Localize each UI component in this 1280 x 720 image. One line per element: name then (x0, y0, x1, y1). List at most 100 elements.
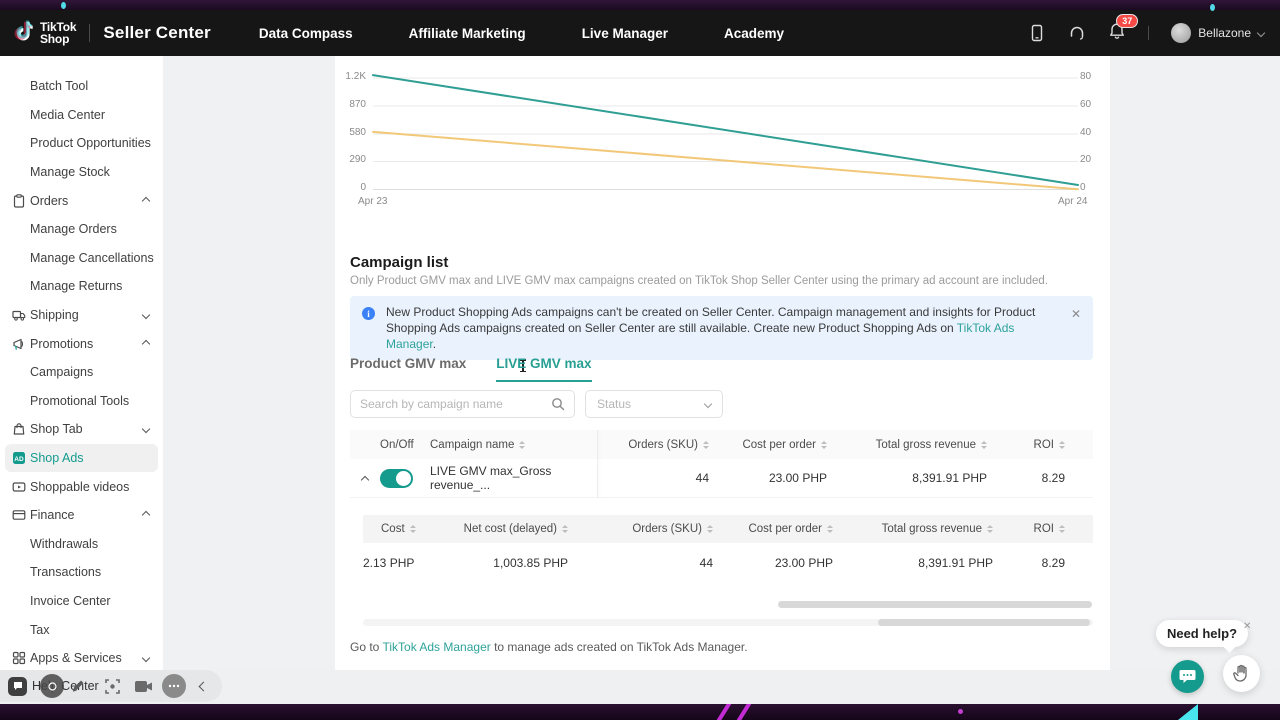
y-tick-left: 0 (340, 182, 366, 193)
col-campaign-name[interactable]: Campaign name (430, 439, 597, 451)
support-headset-icon[interactable] (1068, 24, 1086, 42)
campaign-search (350, 390, 575, 418)
help-center-chat-icon[interactable] (8, 677, 27, 696)
orders-cell: 44 (597, 471, 709, 485)
hand-gesture-button[interactable] (1223, 655, 1260, 692)
mobile-app-icon[interactable] (1028, 24, 1046, 42)
y-tick-left: 870 (340, 99, 366, 110)
sidebar-item-campaigns[interactable]: Campaigns (0, 358, 163, 387)
cpo-cell: 23.00 PHP (709, 471, 827, 485)
tiktok-shop-logo[interactable]: TikTok Shop (14, 20, 76, 46)
chevron-up-icon (142, 511, 150, 519)
sidebar-item-product-opportunities[interactable]: Product Opportunities (0, 129, 163, 158)
tiktok-note-icon (14, 20, 36, 46)
sidebar-item-orders[interactable]: Orders (0, 186, 163, 215)
campaign-name-cell[interactable]: LIVE GMV max_Gross revenue_... (430, 464, 597, 492)
tooltip-close-icon[interactable]: ✕ (1243, 621, 1251, 632)
col-cost-per-order[interactable]: Cost per order (709, 439, 827, 451)
cost-cell: 2.13 PHP (363, 556, 423, 570)
sidebar-item-promotions[interactable]: Promotions (0, 329, 163, 358)
col-total-gross-revenue[interactable]: Total gross revenue (833, 523, 993, 535)
col-total-gross-revenue[interactable]: Total gross revenue (827, 439, 987, 451)
need-help-text: Need help? (1167, 626, 1237, 641)
col-cost-per-order[interactable]: Cost per order (713, 523, 833, 535)
account-name: Bellazone (1198, 26, 1251, 40)
sidebar-item-manage-returns[interactable]: Manage Returns (0, 272, 163, 301)
teal-series-line (373, 75, 1078, 185)
search-input[interactable] (360, 397, 551, 411)
chevron-down-icon (142, 425, 150, 433)
sidebar-item-finance[interactable]: Finance (0, 501, 163, 530)
camera-tool-icon[interactable] (134, 679, 153, 694)
cursor-tool-icon[interactable] (40, 674, 64, 698)
sidebar-item-tax[interactable]: Tax (0, 615, 163, 644)
col-on-off: On/Off (380, 439, 430, 451)
cpo-cell: 23.00 PHP (713, 556, 833, 570)
col-cost[interactable]: Cost (363, 523, 423, 535)
y-tick-left: 290 (340, 154, 366, 165)
apps-icon (12, 651, 26, 665)
col-net-cost[interactable]: Net cost (delayed) (423, 523, 568, 535)
chevron-down-icon (704, 400, 712, 408)
sidebar-item-apps-services[interactable]: Apps & Services (0, 644, 163, 673)
nav-affiliate-marketing[interactable]: Affiliate Marketing (409, 26, 526, 41)
y-tick-right: 0 (1080, 182, 1102, 193)
account-menu[interactable]: Bellazone (1171, 23, 1264, 43)
video-frame-top-strip (0, 0, 1280, 10)
campaign-toggle[interactable] (380, 469, 413, 488)
sidebar-item-shop-tab[interactable]: Shop Tab (0, 415, 163, 444)
sidebar-item-promotional-tools[interactable]: Promotional Tools (0, 387, 163, 416)
sidebar-item-shoppable-videos[interactable]: Shoppable videos (0, 472, 163, 501)
status-filter-select[interactable]: Status (585, 390, 723, 418)
y-tick-right: 60 (1080, 99, 1102, 110)
y-tick-right: 40 (1080, 127, 1102, 138)
col-orders-sku[interactable]: Orders (SKU) (597, 439, 709, 451)
horizontal-scrollbar[interactable] (778, 601, 1092, 608)
sidebar-item-shop-ads[interactable]: AD Shop Ads (5, 444, 158, 473)
ads-manager-note: Go to TikTok Ads Manager to manage ads c… (350, 640, 748, 654)
sidebar-item-manage-stock[interactable]: Manage Stock (0, 158, 163, 187)
sidebar-item-batch-tool[interactable]: Batch Tool (0, 72, 163, 101)
sort-icon (1059, 441, 1065, 449)
nav-academy[interactable]: Academy (724, 26, 784, 41)
sort-icon (519, 441, 525, 449)
sidebar-item-shipping[interactable]: Shipping (0, 301, 163, 330)
chat-support-button[interactable] (1171, 660, 1204, 693)
tab-product-gmv-max[interactable]: Product GMV max (350, 356, 466, 382)
roi-cell: 8.29 (993, 556, 1079, 570)
collapse-row-icon[interactable] (361, 476, 369, 484)
nav-data-compass[interactable]: Data Compass (259, 26, 353, 41)
footer-ads-manager-link[interactable]: TikTok Ads Manager (382, 640, 490, 654)
svg-text:AD: AD (14, 456, 24, 463)
sidebar-item-manage-cancellations[interactable]: Manage Cancellations (0, 244, 163, 273)
horizontal-scrollbar[interactable] (878, 619, 1090, 626)
y-tick-left: 1.2K (340, 71, 366, 82)
sidebar-item-withdrawals[interactable]: Withdrawals (0, 530, 163, 559)
seller-center-title[interactable]: Seller Center (103, 23, 210, 43)
col-roi[interactable]: ROI (993, 523, 1079, 535)
chevron-down-icon (142, 311, 150, 319)
banner-close-icon[interactable]: ✕ (1071, 306, 1081, 322)
shipping-icon (12, 308, 26, 322)
notifications-button[interactable]: 37 (1108, 22, 1126, 45)
more-tools-icon[interactable] (162, 674, 186, 698)
info-banner: i New Product Shopping Ads campaigns can… (350, 296, 1093, 360)
screenshot-tool-icon[interactable] (104, 678, 121, 695)
hand-icon (1233, 664, 1250, 683)
search-icon[interactable] (551, 397, 565, 411)
sidebar-item-invoice-center[interactable]: Invoice Center (0, 587, 163, 616)
col-roi[interactable]: ROI (987, 439, 1079, 451)
col-orders-sku[interactable]: Orders (SKU) (568, 523, 713, 535)
collapse-toolbar-icon[interactable] (200, 683, 207, 690)
chevron-down-icon (142, 654, 150, 662)
pen-tool-icon[interactable] (66, 674, 90, 698)
sidebar-item-manage-orders[interactable]: Manage Orders (0, 215, 163, 244)
recorder-toolbar: Help Center (0, 670, 222, 702)
primary-nav: Data Compass Affiliate Marketing Live Ma… (259, 26, 784, 41)
sidebar-item-media-center[interactable]: Media Center (0, 101, 163, 130)
sidebar-item-transactions[interactable]: Transactions (0, 558, 163, 587)
detail-table-row: 2.13 PHP 1,003.85 PHP 44 23.00 PHP 8,391… (363, 543, 1093, 583)
tab-live-gmv-max[interactable]: LIVE GMV max (496, 356, 591, 382)
info-icon: i (362, 307, 375, 320)
nav-live-manager[interactable]: Live Manager (582, 26, 668, 41)
